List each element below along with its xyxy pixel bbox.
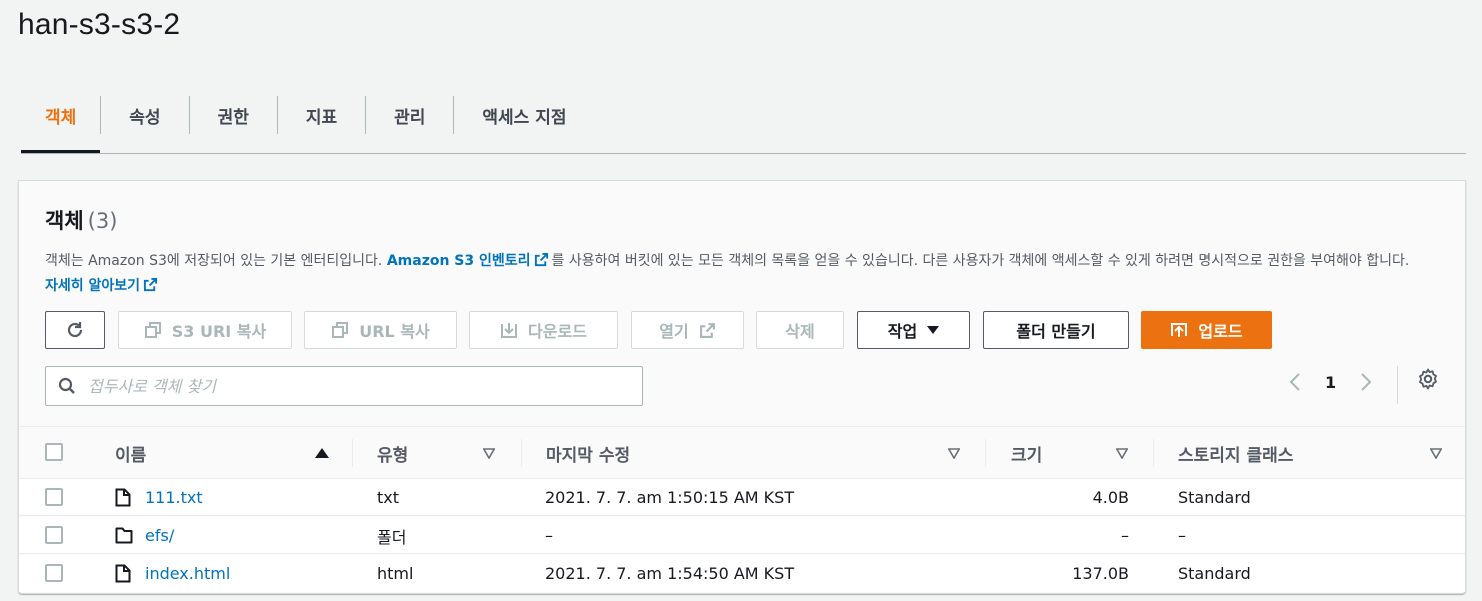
chevron-right-icon[interactable] bbox=[1360, 372, 1372, 392]
sort-icon[interactable] bbox=[1116, 448, 1128, 459]
refresh-button[interactable] bbox=[45, 311, 105, 349]
search-input[interactable] bbox=[86, 375, 626, 397]
copy-icon bbox=[144, 322, 161, 338]
row-checkbox[interactable] bbox=[45, 564, 63, 582]
download-label: 다운로드 bbox=[528, 322, 587, 341]
object-storage-class: Standard bbox=[1178, 488, 1251, 507]
sort-icon[interactable] bbox=[483, 448, 495, 459]
objects-header: 객체 (3) bbox=[45, 205, 117, 235]
gear-icon[interactable] bbox=[1417, 368, 1439, 390]
divider bbox=[1397, 366, 1398, 404]
object-name-link[interactable]: index.html bbox=[145, 555, 230, 592]
create-folder-label: 폴더 만들기 bbox=[1016, 322, 1096, 341]
description-part2: 를 사용하여 버킷에 있는 모든 객체의 목록을 얻을 수 있습니다. 다른 사… bbox=[551, 253, 1410, 269]
object-size: 137.0B bbox=[1072, 564, 1129, 583]
sort-icon[interactable] bbox=[948, 448, 960, 459]
objects-panel: 객체 (3) 객체는 Amazon S3에 저장되어 있는 기본 엔터티입니다. … bbox=[18, 180, 1466, 594]
tab-objects[interactable]: 객체 bbox=[21, 96, 102, 153]
table-row[interactable]: 111.txt txt 2021. 7. 7. am 1:50:15 AM KS… bbox=[19, 479, 1465, 516]
page-number[interactable]: 1 bbox=[1325, 373, 1336, 392]
objects-description: 객체는 Amazon S3에 저장되어 있는 기본 엔터티입니다. Amazon… bbox=[45, 249, 1425, 299]
object-type: html bbox=[377, 564, 414, 583]
column-size-header[interactable]: 크기 bbox=[1011, 427, 1042, 479]
file-icon bbox=[115, 564, 131, 583]
objects-title: 객체 bbox=[45, 209, 84, 233]
object-last-modified: 2021. 7. 7. am 1:54:50 AM KST bbox=[545, 564, 795, 583]
column-last-modified-header[interactable]: 마지막 수정 bbox=[546, 427, 630, 479]
pagination: 1 bbox=[1289, 367, 1372, 397]
description-part1: 객체는 Amazon S3에 저장되어 있는 기본 엔터티입니다. bbox=[45, 253, 387, 269]
upload-icon bbox=[1171, 323, 1188, 337]
copy-icon bbox=[332, 322, 349, 338]
tab-permissions[interactable]: 권한 bbox=[190, 96, 278, 134]
open-button[interactable]: 열기 bbox=[631, 311, 744, 349]
upload-button[interactable]: 업로드 bbox=[1141, 311, 1272, 349]
object-storage-class: Standard bbox=[1178, 564, 1251, 583]
chevron-left-icon[interactable] bbox=[1289, 372, 1301, 392]
tab-bar: 객체 속성 권한 지표 관리 액세스 지점 bbox=[21, 96, 1466, 154]
object-last-modified: – bbox=[545, 526, 553, 545]
object-name-link[interactable]: 111.txt bbox=[145, 479, 203, 516]
copy-url-label: URL 복사 bbox=[359, 322, 430, 341]
column-storage-class-header[interactable]: 스토리지 클래스 bbox=[1178, 427, 1293, 479]
page-title: han-s3-s3-2 bbox=[18, 8, 181, 41]
folder-icon bbox=[115, 527, 133, 544]
download-button[interactable]: 다운로드 bbox=[469, 311, 618, 349]
tab-access-points[interactable]: 액세스 지점 bbox=[454, 96, 594, 134]
learn-more-link[interactable]: 자세히 알아보기 bbox=[45, 278, 140, 294]
column-name-header[interactable]: 이름 bbox=[115, 427, 146, 479]
table-header: 이름 유형 마지막 수정 크기 스토리지 클래스 bbox=[19, 426, 1465, 479]
refresh-icon bbox=[67, 322, 83, 338]
object-size: 4.0B bbox=[1092, 488, 1129, 507]
external-link-icon bbox=[699, 322, 715, 338]
tab-properties[interactable]: 속성 bbox=[101, 96, 190, 134]
file-icon bbox=[115, 488, 131, 507]
object-size: – bbox=[1121, 526, 1129, 545]
download-icon bbox=[501, 323, 518, 338]
object-type: txt bbox=[377, 488, 400, 507]
tab-metrics[interactable]: 지표 bbox=[278, 96, 367, 134]
object-type: 폴더 bbox=[377, 527, 407, 547]
copy-s3-uri-label: S3 URI 복사 bbox=[171, 322, 267, 341]
table-row[interactable]: index.html html 2021. 7. 7. am 1:54:50 A… bbox=[19, 555, 1465, 592]
object-storage-class: – bbox=[1178, 526, 1186, 545]
search-box bbox=[45, 366, 643, 406]
objects-count: (3) bbox=[87, 209, 118, 233]
actions-button[interactable]: 작업 bbox=[857, 311, 970, 349]
delete-label: 삭제 bbox=[785, 322, 815, 341]
caret-down-icon bbox=[927, 326, 940, 334]
copy-url-button[interactable]: URL 복사 bbox=[304, 311, 457, 349]
object-last-modified: 2021. 7. 7. am 1:50:15 AM KST bbox=[545, 488, 795, 507]
inventory-link[interactable]: Amazon S3 인벤토리 bbox=[387, 253, 531, 269]
external-link-icon bbox=[534, 252, 548, 267]
upload-label: 업로드 bbox=[1198, 322, 1243, 341]
select-all-checkbox[interactable] bbox=[45, 443, 63, 461]
delete-button[interactable]: 삭제 bbox=[756, 311, 844, 349]
search-icon bbox=[58, 377, 75, 394]
actions-label: 작업 bbox=[887, 322, 918, 341]
row-checkbox[interactable] bbox=[45, 526, 63, 544]
row-checkbox[interactable] bbox=[45, 488, 63, 506]
table-row[interactable]: efs/ 폴더 – – – bbox=[19, 517, 1465, 554]
open-label: 열기 bbox=[659, 322, 689, 341]
sort-icon[interactable] bbox=[1430, 448, 1442, 459]
object-name-link[interactable]: efs/ bbox=[145, 517, 174, 554]
external-link-icon bbox=[143, 277, 158, 292]
copy-s3-uri-button[interactable]: S3 URI 복사 bbox=[118, 311, 292, 349]
column-type-header[interactable]: 유형 bbox=[377, 427, 408, 479]
sort-ascending-icon[interactable] bbox=[315, 447, 329, 459]
create-folder-button[interactable]: 폴더 만들기 bbox=[983, 311, 1129, 349]
tab-management[interactable]: 관리 bbox=[366, 96, 455, 134]
